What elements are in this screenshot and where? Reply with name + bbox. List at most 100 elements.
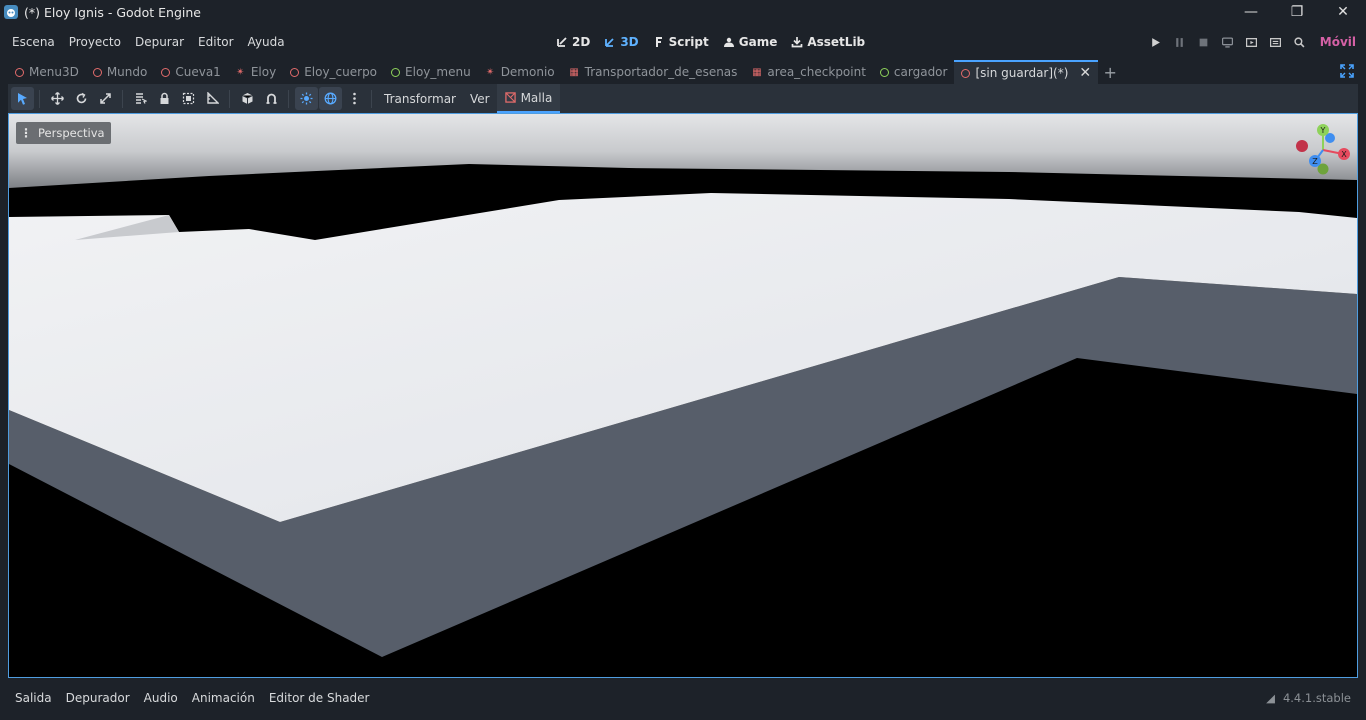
kebab-menu-icon: ⋮ bbox=[20, 126, 32, 140]
rotate-mode-icon[interactable] bbox=[70, 87, 93, 110]
scale-mode-icon[interactable] bbox=[94, 87, 117, 110]
restore-icon[interactable]: ❐ bbox=[1274, 0, 1320, 24]
pause-icon[interactable] bbox=[1168, 28, 1192, 56]
distraction-free-icon[interactable] bbox=[1340, 64, 1354, 78]
menu-proyecto[interactable]: Proyecto bbox=[62, 35, 128, 49]
3d-icon bbox=[605, 38, 614, 47]
scene-tab-eloy[interactable]: ✴ Eloy bbox=[228, 60, 283, 84]
node3d-icon bbox=[290, 67, 300, 77]
more-options-icon[interactable] bbox=[343, 87, 366, 110]
snap-icon[interactable] bbox=[260, 87, 283, 110]
x-axis-label: X bbox=[1341, 150, 1347, 159]
scene-tab-eloy-cuerpo[interactable]: Eloy_cuerpo bbox=[283, 60, 384, 84]
ruler-icon[interactable] bbox=[201, 87, 224, 110]
close-icon[interactable]: ✕ bbox=[1320, 0, 1366, 24]
play-scene-icon[interactable] bbox=[1240, 28, 1264, 56]
scene-tab-label: Transportador_de_esenas bbox=[584, 65, 738, 79]
stop-icon[interactable] bbox=[1192, 28, 1216, 56]
main-screen-game[interactable]: Game bbox=[717, 35, 784, 49]
add-scene-tab-icon[interactable]: + bbox=[1098, 60, 1122, 84]
control-icon bbox=[879, 67, 889, 77]
character-icon: ✴ bbox=[485, 66, 495, 78]
tab-depurador[interactable]: Depurador bbox=[59, 691, 137, 705]
close-tab-icon[interactable]: ✕ bbox=[1079, 66, 1091, 80]
menu-editor[interactable]: Editor bbox=[191, 35, 241, 49]
perspective-label: Perspectiva bbox=[38, 126, 105, 140]
tab-audio[interactable]: Audio bbox=[137, 691, 185, 705]
tab-salida[interactable]: Salida bbox=[8, 691, 59, 705]
perspective-menu[interactable]: ⋮ Perspectiva bbox=[16, 122, 111, 144]
play-custom-scene-icon[interactable] bbox=[1264, 28, 1288, 56]
scene-tab-cueva1[interactable]: Cueva1 bbox=[154, 60, 227, 84]
separator bbox=[122, 89, 123, 108]
scene-tabs: Menu3D Mundo Cueva1 ✴ Eloy Eloy_cuerpo El… bbox=[8, 60, 1358, 84]
scene-tab-transportador[interactable]: ▦ Transportador_de_esenas bbox=[562, 60, 745, 84]
scene-tab-label: Mundo bbox=[106, 65, 148, 79]
control-icon bbox=[391, 67, 401, 77]
menu-escena[interactable]: Escena bbox=[5, 35, 62, 49]
menu-ayuda[interactable]: Ayuda bbox=[241, 35, 292, 49]
mesh-menu-label: Malla bbox=[520, 90, 553, 105]
movie-maker-icon[interactable] bbox=[1288, 28, 1312, 56]
node3d-icon bbox=[161, 67, 171, 77]
version-icon: ◢ bbox=[1266, 691, 1275, 705]
mesh-menu[interactable]: Malla bbox=[496, 84, 561, 113]
node3d-icon bbox=[961, 68, 971, 78]
local-space-icon[interactable] bbox=[236, 87, 259, 110]
script-icon bbox=[655, 37, 662, 47]
minimize-icon[interactable]: — bbox=[1228, 0, 1274, 24]
scene-tab-cargador[interactable]: cargador bbox=[873, 60, 955, 84]
character-icon: ✴ bbox=[236, 66, 245, 78]
main-screen-script-label: Script bbox=[668, 35, 709, 49]
neg-x-axis-icon[interactable] bbox=[1296, 140, 1308, 152]
separator bbox=[229, 89, 230, 108]
main-screen-script[interactable]: Script bbox=[647, 35, 715, 49]
scene-tab-label: Cueva1 bbox=[175, 65, 221, 79]
tab-animacion[interactable]: Animación bbox=[185, 691, 262, 705]
lock-icon[interactable] bbox=[153, 87, 176, 110]
select-mode-icon[interactable] bbox=[10, 87, 34, 110]
main-screen-assetlib[interactable]: AssetLib bbox=[785, 35, 871, 49]
scene-tab-area-checkpoint[interactable]: ▦ area_checkpoint bbox=[744, 60, 873, 84]
tab-editor-shader[interactable]: Editor de Shader bbox=[262, 691, 377, 705]
run-bar: Móvil bbox=[1144, 28, 1366, 56]
sun-preview-icon[interactable] bbox=[294, 87, 318, 110]
scene-tab-label: cargador bbox=[893, 65, 948, 79]
main-screen-2d[interactable]: 2D bbox=[550, 35, 596, 49]
scene-tab-menu3d[interactable]: Menu3D bbox=[8, 60, 86, 84]
renderer-selector[interactable]: Móvil bbox=[1312, 35, 1366, 49]
menu-depurar[interactable]: Depurar bbox=[128, 35, 191, 49]
view-menu[interactable]: Ver bbox=[463, 84, 497, 113]
main-screen-game-label: Game bbox=[738, 35, 778, 49]
group-icon[interactable] bbox=[177, 87, 200, 110]
main-screen-assetlib-label: AssetLib bbox=[807, 35, 866, 49]
remote-debug-icon[interactable] bbox=[1216, 28, 1240, 56]
scene-tab-demonio[interactable]: ✴ Demonio bbox=[478, 60, 562, 84]
version-label[interactable]: 4.4.1.stable bbox=[1283, 691, 1351, 705]
node3d-icon bbox=[92, 67, 102, 77]
title-bar: (*) Eloy Ignis - Godot Engine — ❐ ✕ bbox=[0, 0, 1366, 24]
main-screen-3d[interactable]: 3D bbox=[598, 35, 644, 49]
y-axis-label: Y bbox=[1320, 126, 1326, 135]
scene-tab-eloy-menu[interactable]: Eloy_menu bbox=[384, 60, 478, 84]
main-screen-2d-label: 2D bbox=[572, 35, 591, 49]
play-icon[interactable] bbox=[1144, 28, 1168, 56]
environment-preview-icon[interactable] bbox=[318, 87, 342, 110]
list-select-icon[interactable] bbox=[129, 87, 152, 110]
area-icon: ▦ bbox=[569, 66, 579, 78]
axis-gizmo[interactable]: Y X Z bbox=[1293, 120, 1353, 180]
transform-menu[interactable]: Transformar bbox=[377, 84, 463, 113]
scene-tab-mundo[interactable]: Mundo bbox=[86, 60, 155, 84]
move-mode-icon[interactable] bbox=[46, 87, 69, 110]
area-icon: ▦ bbox=[752, 66, 762, 78]
scene-tab-label: area_checkpoint bbox=[767, 65, 866, 79]
2d-icon bbox=[557, 37, 567, 47]
main-screen-switcher: 2D 3D Script Game AssetLib bbox=[550, 28, 871, 56]
node3d-icon bbox=[15, 67, 24, 77]
scene-tab-label: Eloy_menu bbox=[405, 65, 471, 79]
scene-tab-sin-guardar[interactable]: [sin guardar](*) ✕ bbox=[954, 60, 1099, 84]
godot-logo-icon bbox=[4, 5, 18, 19]
scene-render bbox=[9, 114, 1357, 677]
3d-viewport[interactable]: ⋮ Perspectiva Y X Z bbox=[8, 113, 1358, 678]
assetlib-icon bbox=[791, 37, 803, 48]
